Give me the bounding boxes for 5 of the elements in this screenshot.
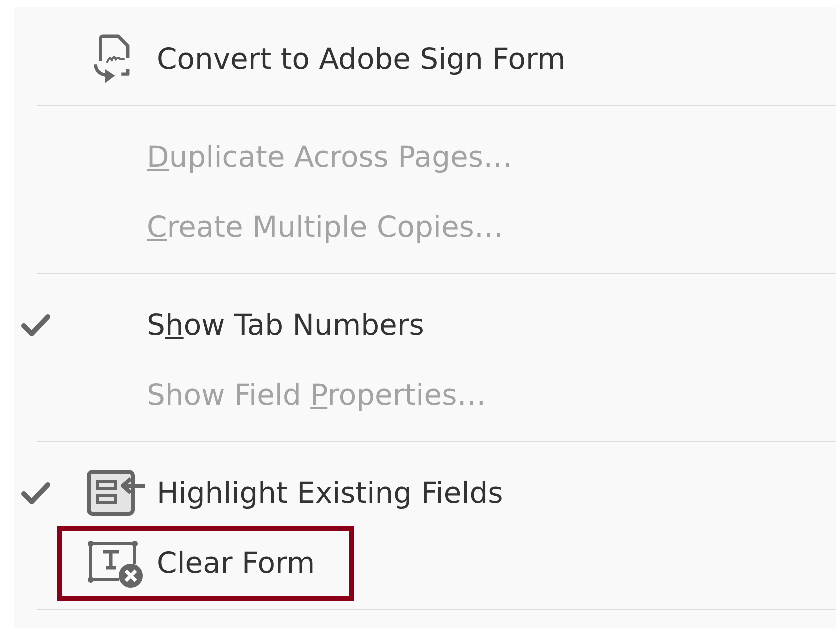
- form-fields-icon: [85, 468, 147, 518]
- menu-item[interactable]: Show Tab Numbers: [147, 308, 424, 342]
- menu-item[interactable]: Convert to Adobe Sign Form: [157, 42, 566, 76]
- menu-item[interactable]: Highlight Existing Fields: [157, 476, 504, 510]
- menu-item[interactable]: Clear Form: [157, 546, 316, 580]
